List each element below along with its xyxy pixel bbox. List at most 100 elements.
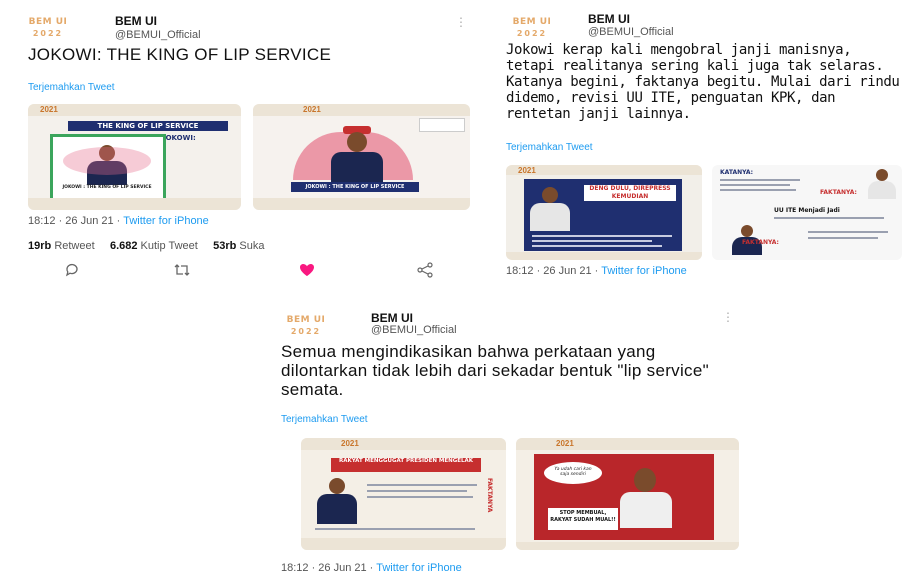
author-handle[interactable]: @BEMUI_Official xyxy=(115,29,201,41)
image-footer-band xyxy=(516,542,739,550)
image-heading-1: KATANYA: xyxy=(720,169,754,176)
image-footer-band xyxy=(28,198,241,210)
tweet-image-2[interactable]: 2021 Ya udah cari kan saja sendiri STOP … xyxy=(516,438,739,550)
portrait-figure xyxy=(868,169,896,199)
poster-text-line xyxy=(532,240,652,242)
portrait-figure xyxy=(618,468,674,528)
poster-caption: STOP MEMBUAL, RAKYAT SUDAH MUAL!! xyxy=(548,508,618,530)
poster-caption: RAKYAT MENGGUGAT PRESIDEN MENGELAK xyxy=(331,458,481,472)
tweet-image-2[interactable]: 2021 JOKOWI : THE KING OF LIP SERVICE xyxy=(253,104,470,210)
image-year: 2021 xyxy=(518,166,536,175)
like-count: 53rb xyxy=(213,240,237,252)
retweet-label: Retweet xyxy=(54,240,95,252)
speech-bubble: Ya udah cari kan saja sendiri xyxy=(544,462,602,484)
tweet-source[interactable]: Twitter for iPhone xyxy=(123,215,209,227)
tweet-text: Jokowi kerap kali mengobral janji manisn… xyxy=(506,42,900,122)
doc-text-line xyxy=(315,528,475,530)
tweet-meta: 18:12 · 26 Jun 21 · Twitter for iPhone xyxy=(506,265,687,277)
tweet-meta: 18:12 · 26 Jun 21 · Twitter for iPhone xyxy=(281,562,462,574)
image-year: 2021 xyxy=(40,105,58,114)
reply-icon[interactable] xyxy=(64,262,80,281)
tweet-image-1[interactable]: 2021 RAKYAT MENGGUGAT PRESIDEN MENGELAK … xyxy=(301,438,506,550)
portrait-shirt xyxy=(868,181,896,199)
doc-text-line xyxy=(367,496,473,498)
tweet-timestamp[interactable]: 18:12 · 26 Jun 21 xyxy=(506,265,592,277)
image-footer-band xyxy=(301,538,506,550)
doc-text-line xyxy=(774,217,884,219)
image-year: 2021 xyxy=(556,439,574,448)
doc-text-line xyxy=(367,484,477,486)
portrait-figure xyxy=(329,126,385,184)
portrait-figure xyxy=(315,478,359,524)
doc-text-line xyxy=(720,189,796,191)
author-name[interactable]: BEM UI xyxy=(371,311,413,325)
image-heading-4: FAKTANYA: xyxy=(742,239,779,246)
image-header-band xyxy=(253,104,470,116)
poster-text-line xyxy=(532,235,672,237)
tweet-source[interactable]: Twitter for iPhone xyxy=(601,265,687,277)
meta-separator: · xyxy=(113,215,124,227)
image-heading-2: FAKTANYA: xyxy=(820,189,857,196)
logo-line1: BEM UI xyxy=(28,17,68,27)
author-handle[interactable]: @BEMUI_Official xyxy=(588,26,674,38)
translate-link[interactable]: Terjemahkan Tweet xyxy=(28,82,115,93)
heart-icon[interactable] xyxy=(298,262,316,281)
logo-line2: 2022 xyxy=(290,327,322,336)
poster-caption: DENG DULU, DIREPRESS KEMUDIAN xyxy=(584,185,676,201)
author-name[interactable]: BEM UI xyxy=(115,14,157,28)
bem-ui-logo[interactable]: BEM UI 2022 xyxy=(512,17,552,43)
poster-badge xyxy=(419,118,465,132)
image-footer-band xyxy=(506,252,702,260)
author-handle[interactable]: @BEMUI_Official xyxy=(371,324,457,336)
portrait-head xyxy=(634,468,656,492)
portrait-head xyxy=(329,478,345,494)
poster-caption: JOKOWI : THE KING OF LIP SERVICE xyxy=(62,185,152,190)
speech-bubble-text: Ya udah cari kan saja sendiri xyxy=(554,467,592,477)
image-year: 2021 xyxy=(341,439,359,448)
portrait-head xyxy=(876,169,888,181)
poster-side-label: FAKTANYA xyxy=(486,478,493,513)
tweet-text: Semua mengindikasikan bahwa perkataan ya… xyxy=(281,342,709,399)
author-name[interactable]: BEM UI xyxy=(588,12,630,26)
translate-link[interactable]: Terjemahkan Tweet xyxy=(281,414,368,425)
tweet-meta: 18:12 · 26 Jun 21 · Twitter for iPhone xyxy=(28,215,209,227)
tweet-image-1[interactable]: 2021 DENG DULU, DIREPRESS KEMUDIAN xyxy=(506,165,702,260)
meta-separator: · xyxy=(591,265,602,277)
poster-text-line xyxy=(532,245,662,247)
portrait-shirt xyxy=(620,492,672,528)
bem-ui-logo[interactable]: BEM UI 2022 xyxy=(28,17,68,43)
like-label: Suka xyxy=(239,240,265,252)
poster-frame: JOKOWI : THE KING OF LIP SERVICE xyxy=(50,134,166,202)
more-icon[interactable]: ⋮ xyxy=(722,310,734,324)
image-year: 2021 xyxy=(303,105,321,114)
more-icon[interactable]: ⋮ xyxy=(455,15,467,29)
translate-link[interactable]: Terjemahkan Tweet xyxy=(506,142,593,153)
tweet-1: BEM UI 2022 BEM UI @BEMUI_Official ⋮ JOK… xyxy=(0,0,478,288)
tweet-timestamp[interactable]: 18:12 · 26 Jun 21 xyxy=(28,215,114,227)
quote-stat[interactable]: 6.682 Kutip Tweet xyxy=(110,240,198,252)
retweet-stat[interactable]: 19rb Retweet xyxy=(28,240,95,252)
image-header-band xyxy=(516,438,739,450)
tweet-image-1[interactable]: 2021 THE KING OF LIP SERVICE JOKOWI: JOK… xyxy=(28,104,241,210)
like-stat[interactable]: 53rb Suka xyxy=(213,240,264,252)
bem-ui-logo[interactable]: BEM UI 2022 xyxy=(286,315,326,341)
portrait-shirt xyxy=(530,203,570,231)
doc-text-line xyxy=(720,184,790,186)
logo-line1: BEM UI xyxy=(512,17,552,27)
share-icon[interactable] xyxy=(416,262,434,281)
doc-text-line xyxy=(808,237,878,239)
poster-caption: JOKOWI : THE KING OF LIP SERVICE xyxy=(291,182,419,192)
poster-panel: Ya udah cari kan saja sendiri STOP MEMBU… xyxy=(534,454,714,540)
tweet-timestamp[interactable]: 18:12 · 26 Jun 21 xyxy=(281,562,367,574)
logo-line1: BEM UI xyxy=(286,315,326,325)
tweet-3: BEM UI 2022 BEM UI @BEMUI_Official ⋮ Sem… xyxy=(274,300,752,577)
retweet-icon[interactable] xyxy=(173,262,191,281)
image-header-band xyxy=(301,438,506,450)
poster-backdrop xyxy=(63,147,151,175)
retweet-count: 19rb xyxy=(28,240,52,252)
tweet-source[interactable]: Twitter for iPhone xyxy=(376,562,462,574)
tweet-image-2[interactable]: KATANYA: FAKTANYA: UU ITE Menjadi Jadi F… xyxy=(712,165,902,260)
image-header-band xyxy=(28,104,241,116)
tweet-2: BEM UI 2022 BEM UI @BEMUI_Official Jokow… xyxy=(500,0,902,285)
image-footer-band xyxy=(253,198,470,210)
